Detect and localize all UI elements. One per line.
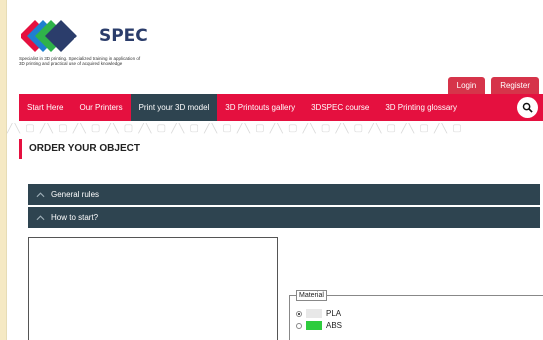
accordion-label: How to start? — [51, 213, 99, 222]
chevron-up-icon — [36, 191, 45, 197]
register-button[interactable]: Register — [491, 77, 539, 95]
material-radio-pla[interactable] — [296, 310, 302, 317]
chevron-up-icon — [36, 214, 45, 220]
material-label-pla: PLA — [326, 309, 342, 318]
search-button[interactable] — [517, 97, 538, 118]
material-fieldset: Material PLA ABS — [289, 290, 543, 340]
nav-item-3dspec-course[interactable]: 3DSPEC course — [303, 94, 377, 121]
search-icon — [522, 102, 533, 113]
nav-item-3d-printouts-gallery[interactable]: 3D Printouts gallery — [217, 94, 303, 121]
nav-item-our-printers[interactable]: Our Printers — [71, 94, 130, 121]
nav-item-print-your-3d-model[interactable]: Print your 3D model — [130, 94, 218, 121]
material-label-abs: ABS — [326, 321, 343, 330]
nav-item-3d-printing-glossary[interactable]: 3D Printing glossary — [377, 94, 465, 121]
accordion-how-to-start[interactable]: How to start? — [28, 207, 540, 228]
material-swatch-abs — [306, 321, 322, 330]
page: ╱╲ ▢ ╱╲ ▢ ╱╲ ▢ ╱╲ ▢ ╱╲ ▢ ╱╲ ▢ ╱╲ ▢ ╱╲ ▢ … — [6, 0, 543, 340]
logo-brand-prefix: 3D — [73, 26, 99, 46]
background-pattern: ╱╲ ▢ ╱╲ ▢ ╱╲ ▢ ╱╲ ▢ ╱╲ ▢ ╱╲ ▢ ╱╲ ▢ ╱╲ ▢ … — [7, 123, 463, 134]
page-title: ORDER YOUR OBJECT — [19, 139, 140, 159]
material-legend: Material — [296, 290, 327, 301]
nav-item-start-here[interactable]: Start Here — [19, 94, 71, 121]
accordion-general-rules[interactable]: General rules — [28, 184, 540, 205]
main-nav: Start Here Our Printers Print your 3D mo… — [19, 94, 543, 121]
auth-buttons: Login Register — [447, 77, 539, 95]
model-preview-area[interactable] — [28, 237, 278, 340]
site-logo[interactable]: 3DSPEC Specialist in 3D printing. Specia… — [17, 14, 148, 66]
material-option-pla[interactable]: PLA — [296, 309, 341, 318]
logo-brand-suffix: SPEC — [98, 26, 148, 46]
material-radio-abs[interactable] — [296, 322, 302, 329]
logo-tagline: Specialist in 3D printing. Specialized t… — [19, 56, 141, 66]
logo-brand: 3DSPEC — [73, 26, 148, 46]
material-swatch-pla — [306, 309, 322, 318]
login-button[interactable]: Login — [447, 77, 486, 95]
accordion-label: General rules — [51, 190, 100, 199]
material-option-abs[interactable]: ABS — [296, 321, 342, 330]
